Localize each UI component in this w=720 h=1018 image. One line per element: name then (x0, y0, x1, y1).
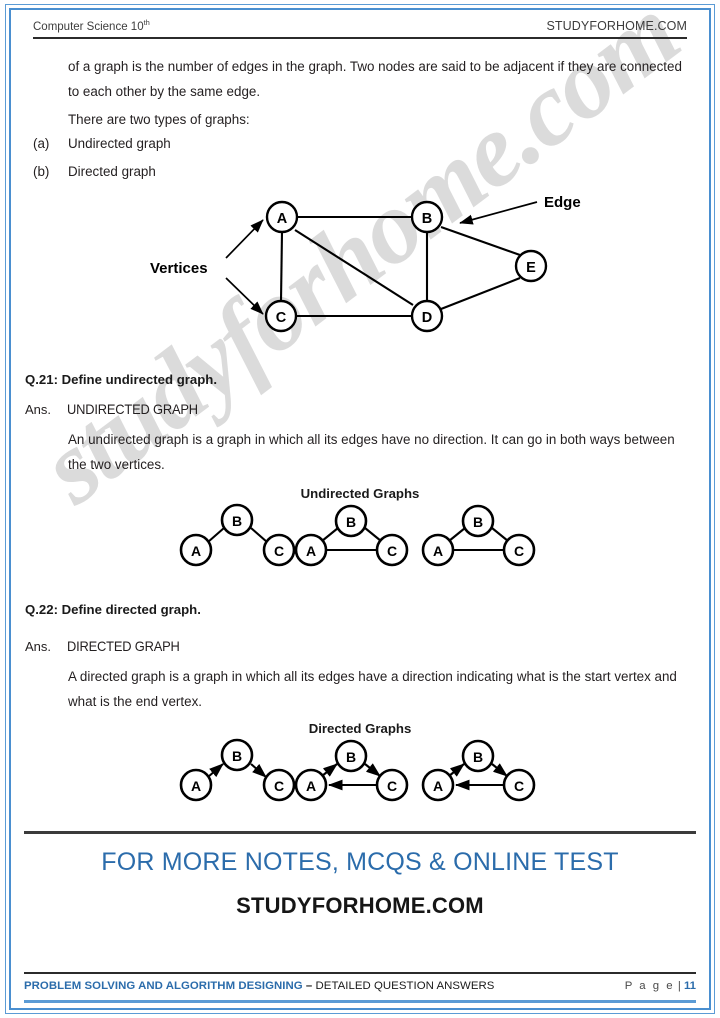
list-marker-b: (b) (33, 164, 50, 179)
edge-annotation-label: Edge (544, 194, 581, 211)
vertices-arrow-top (225, 219, 264, 259)
question-22: Q.22: Define directed graph. (25, 602, 201, 617)
footer-page-separator: | (677, 980, 681, 992)
vertices-annotation-label: Vertices (150, 260, 208, 277)
footer-chapter-title: PROBLEM SOLVING AND ALGORITHM DESIGNING (24, 980, 303, 992)
footer-dash: – (305, 980, 313, 992)
answer-21-heading-row: Ans. UNDIRECTED GRAPH (25, 401, 209, 417)
directed-graph-3: A B C (421, 739, 536, 802)
ug2-node-a-label: A (306, 543, 316, 559)
main-graph-edges (279, 215, 521, 318)
footer-page-word: P a g e (624, 980, 675, 992)
edge-arrow (459, 201, 538, 225)
ug1-node-c-label: C (274, 543, 284, 559)
dg2-node-b-label: B (346, 749, 356, 765)
undirected-graph-2: A B C (294, 504, 409, 567)
answer-21-heading: UNDIRECTED GRAPH (67, 401, 198, 417)
dg2-node-c-label: C (387, 778, 397, 794)
dg1-node-c-label: C (274, 778, 284, 794)
graph-node-d-label: D (422, 310, 432, 326)
header-site: STUDYFORHOME.COM (546, 18, 687, 33)
page-header: Computer Science 10th STUDYFORHOME.COM (33, 18, 687, 39)
dg2-node-a-label: A (306, 778, 316, 794)
undirected-graphs-caption: Undirected Graphs (300, 486, 420, 501)
promo-divider (24, 831, 696, 834)
page-content: Computer Science 10th STUDYFORHOME.COM o… (0, 0, 720, 1018)
main-graph-diagram: A B C D E Vertices Edge (130, 192, 600, 344)
footer-chapter-line: PROBLEM SOLVING AND ALGORITHM DESIGNING … (24, 980, 494, 992)
dg3-node-b-label: B (473, 749, 483, 765)
question-21: Q.21: Define undirected graph. (25, 372, 217, 387)
graph-node-e-label: E (526, 260, 536, 276)
directed-graph-2: A B C (294, 739, 409, 802)
directed-graphs-caption: Directed Graphs (308, 721, 412, 736)
list-item-directed: (b) Directed graph (33, 164, 156, 179)
ug3-node-c-label: C (514, 543, 524, 559)
answer-22-label: Ans. (25, 639, 52, 654)
promo-block: FOR MORE NOTES, MCQS & ONLINE TEST STUDY… (24, 845, 696, 922)
footer-section-title: DETAILED QUESTION ANSWERS (315, 980, 495, 992)
ug3-node-b-label: B (473, 514, 483, 530)
list-marker-a: (a) (33, 136, 50, 151)
main-graph-nodes: A B C D E (264, 200, 548, 333)
graph-node-a-label: A (277, 211, 288, 227)
page-footer: PROBLEM SOLVING AND ALGORITHM DESIGNING … (24, 980, 696, 992)
undirected-graph-3: A B C (421, 504, 536, 567)
graph-node-b-label: B (422, 211, 432, 227)
answer-21-label: Ans. (25, 402, 52, 417)
dg1-node-a-label: A (191, 778, 201, 794)
undirected-graphs-diagram: A B C A B C A B C (168, 503, 548, 567)
dg3-node-a-label: A (433, 778, 443, 794)
footer-divider-bottom (24, 1000, 696, 1003)
header-subject: Computer Science 10th (33, 18, 150, 33)
directed-graph-1: A B C (179, 738, 296, 802)
dg1-node-b-label: B (232, 748, 242, 764)
vertices-arrow-bottom (225, 277, 264, 315)
answer-22-text: A directed graph is a graph in which all… (68, 669, 677, 709)
ug2-node-c-label: C (387, 543, 397, 559)
answer-21-text: An undirected graph is a graph in which … (68, 432, 675, 472)
footer-divider-top (24, 972, 696, 974)
graph-node-c-label: C (276, 310, 287, 326)
promo-website[interactable]: STUDYFORHOME.COM (24, 890, 696, 922)
ug2-node-b-label: B (346, 514, 356, 530)
ug3-node-a-label: A (433, 543, 443, 559)
list-label-undirected: Undirected graph (68, 136, 171, 151)
answer-22-heading: DIRECTED GRAPH (67, 638, 180, 654)
paragraph-two-types: There are two types of graphs: (68, 112, 250, 127)
footer-page-indicator: P a g e | 11 (625, 980, 696, 992)
ug1-node-b-label: B (232, 513, 242, 529)
dg3-node-c-label: C (514, 778, 524, 794)
promo-headline: FOR MORE NOTES, MCQS & ONLINE TEST (101, 848, 619, 876)
list-label-directed: Directed graph (68, 164, 156, 179)
directed-graphs-diagram: A B C A B C A B C (168, 738, 548, 802)
undirected-graph-1: A B C (179, 503, 296, 567)
list-item-undirected: (a) Undirected graph (33, 136, 171, 151)
ug1-node-a-label: A (191, 543, 201, 559)
header-subject-text: Computer Science 10 (33, 20, 144, 33)
answer-22-heading-row: Ans. DIRECTED GRAPH (25, 638, 189, 654)
footer-page-number: 11 (683, 980, 696, 992)
header-subject-ordinal: th (143, 18, 150, 27)
paragraph-graph-definition: of a graph is the number of edges in the… (68, 59, 682, 99)
